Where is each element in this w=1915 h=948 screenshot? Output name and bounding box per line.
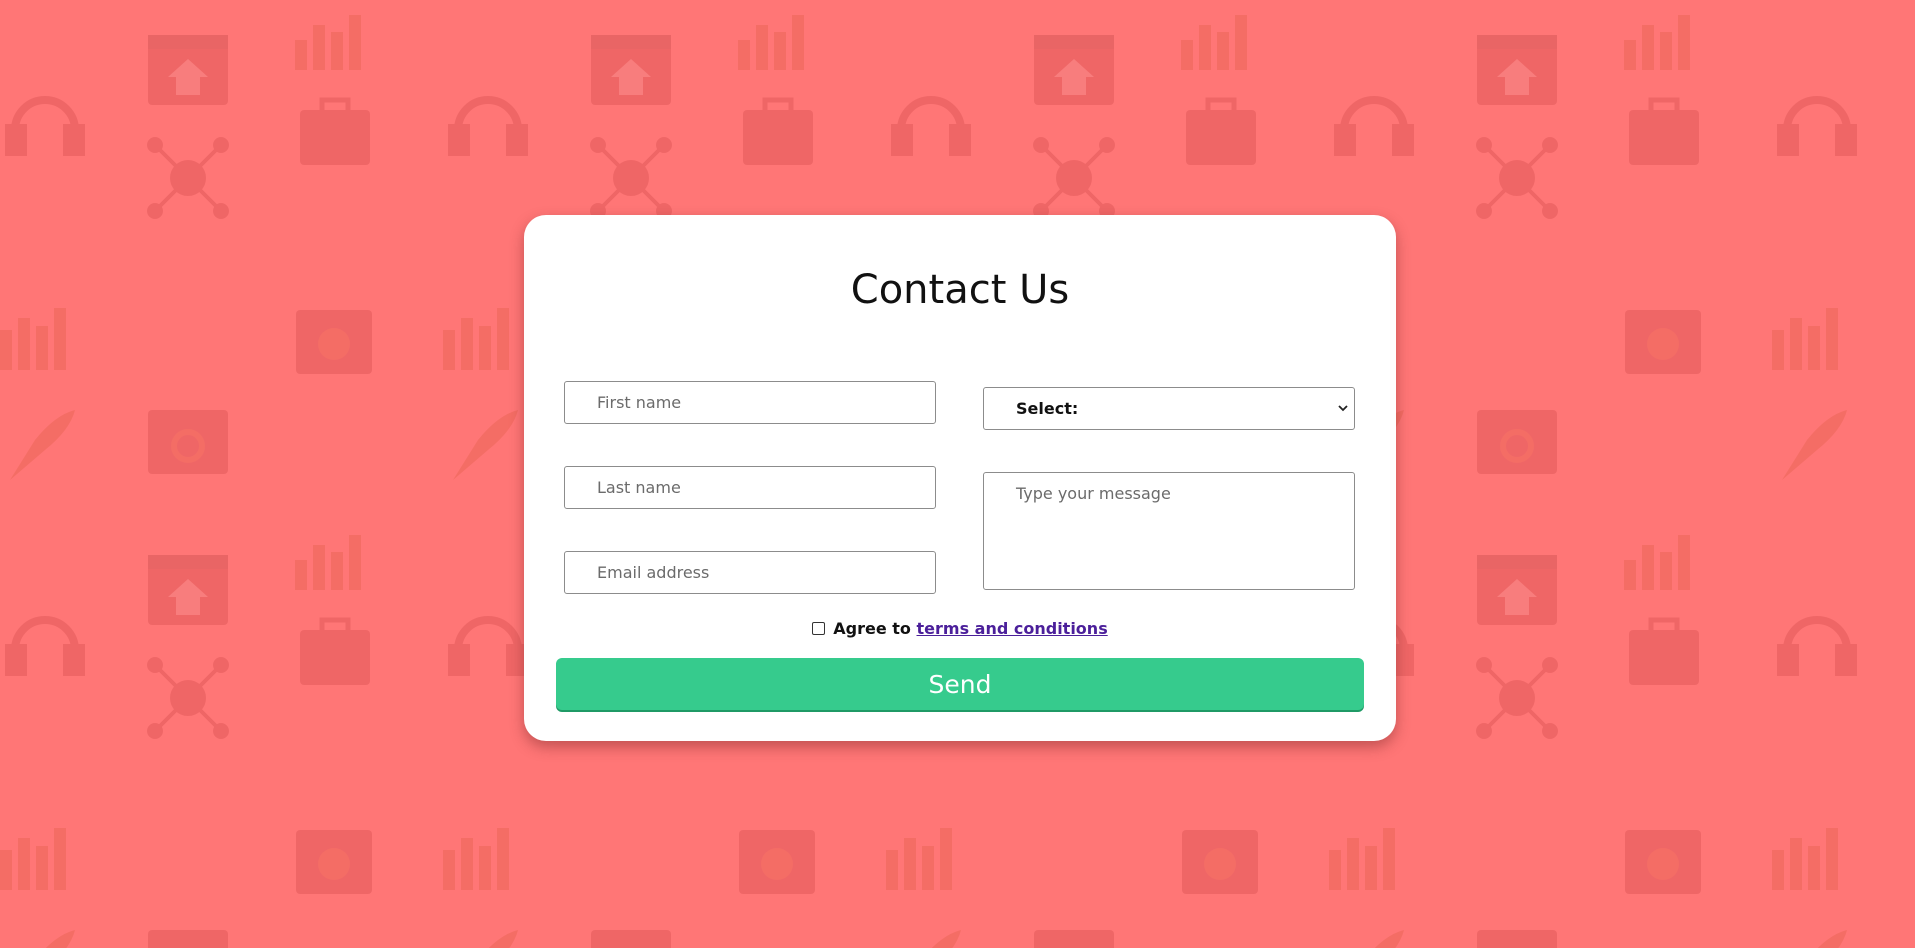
first-name-input[interactable] bbox=[564, 381, 936, 424]
subject-select[interactable]: Select: bbox=[983, 387, 1355, 430]
select-value: Select: bbox=[1016, 399, 1079, 418]
email-input[interactable] bbox=[564, 551, 936, 594]
chevron-down-icon bbox=[1338, 405, 1348, 412]
terms-row: Agree to terms and conditions bbox=[524, 619, 1396, 641]
terms-link[interactable]: terms and conditions bbox=[917, 619, 1108, 638]
form-title: Contact Us bbox=[850, 267, 1070, 313]
agree-label: Agree to bbox=[833, 619, 917, 638]
last-name-input[interactable] bbox=[564, 466, 936, 509]
send-button[interactable]: Send bbox=[556, 658, 1364, 710]
message-textarea[interactable] bbox=[983, 472, 1355, 590]
contact-form-card: Contact Us Select: Agree to terms and co… bbox=[524, 215, 1396, 741]
terms-checkbox[interactable] bbox=[812, 622, 826, 635]
